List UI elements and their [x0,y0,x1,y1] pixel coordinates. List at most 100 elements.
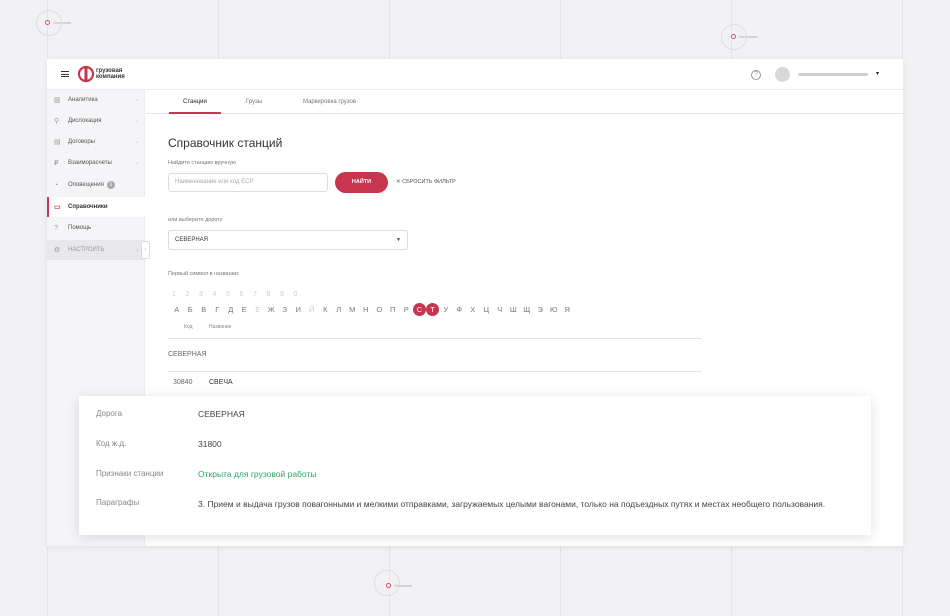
sidebar-item-help[interactable]: ? Помощь [47,218,145,238]
top-bar: грузовая компания ? ▾ [47,59,903,90]
sidebar-item-label: Взаиморасчеты [68,160,112,166]
search-input[interactable]: Наименование или код ЕСР [168,173,328,192]
letter-filter-item[interactable]: З [278,303,292,316]
sidebar-item-directories[interactable]: ▭ Справочники [47,197,145,217]
annotation-marker: Описание [721,24,757,50]
divider [168,338,702,339]
digit-filter-item[interactable]: 5 [226,291,240,298]
logo[interactable]: грузовая компания [77,65,130,83]
chart-icon: ▥ [54,97,61,104]
gear-icon: ⚙ [54,247,61,254]
letter-filter-item[interactable]: Ю [547,303,561,316]
document-icon: ▤ [54,139,61,146]
station-code[interactable]: 30840 [173,379,192,386]
tab-cargo[interactable]: Грузы [232,90,276,114]
sidebar-item-label: Оповещения [68,182,104,188]
reset-filter-button[interactable]: ✕ СБРОСИТЬ ФИЛЬТР [396,179,456,185]
letter-filter-item[interactable]: Б [184,303,198,316]
letter-filter-item[interactable]: Т [426,303,439,316]
letter-filter-item[interactable]: Э [534,303,548,316]
letter-filter-item[interactable]: К [319,303,333,316]
detail-code-key: Код ж.д. [96,439,127,448]
bell-icon: ◔ [54,181,59,189]
digit-filter-item[interactable]: 1 [172,291,186,298]
road-select-label: или выберите дорогу [168,217,223,223]
station-name[interactable]: СВЕЧА [209,379,233,386]
user-name-blurred[interactable] [798,73,868,76]
avatar[interactable] [775,67,790,82]
sidebar-item-analytics[interactable]: ▥ Аналитика ⌄ [47,90,145,110]
letter-filter-item[interactable]: Е [238,303,252,316]
ruble-icon: ₽ [54,160,59,167]
detail-signs-key: Признаки станции [96,469,164,478]
sidebar-item-configure[interactable]: ⚙ НАСТРОИТЬ ⌄ [47,240,145,260]
letter-filter-item[interactable]: Ч [493,303,507,316]
chevron-down-icon[interactable]: ▾ [876,70,879,77]
digit-filter-item[interactable]: 9 [280,291,294,298]
sidebar-collapse-button[interactable]: ‹ [141,241,150,259]
sidebar-item-contracts[interactable]: ▤ Договоры ⌄ [47,132,145,152]
annotation-marker: Описание [36,10,71,36]
logo-text: грузовая компания [96,68,125,80]
letter-filter-item[interactable]: Я [561,303,575,316]
letter-filter-item[interactable]: Н [359,303,373,316]
digit-filter-item[interactable]: 8 [267,291,281,298]
letter-filter-item[interactable]: Г [211,303,225,316]
sidebar-item-dislocation[interactable]: ⚲ Дислокация ⌄ [47,111,145,131]
chevron-down-icon: ⌄ [135,97,140,103]
detail-code-value: 31800 [198,439,222,449]
letter-filter-item[interactable]: П [386,303,400,316]
tab-bar: Станции Грузы Маркировка грузов [146,90,903,114]
sidebar-item-label: Договоры [68,139,95,145]
menu-icon[interactable] [61,71,69,77]
letter-filter-item[interactable]: Р [400,303,414,316]
letter-filter-item[interactable]: Ф [453,303,467,316]
detail-road-value: СЕВЕРНАЯ [198,409,245,419]
letter-filter-item[interactable]: С [413,303,426,316]
letter-filter-item[interactable]: О [373,303,387,316]
sidebar-item-settlements[interactable]: ₽ Взаиморасчеты ⌄ [47,153,145,173]
digit-filter-item[interactable]: 6 [240,291,254,298]
chevron-down-icon: ▼ [396,237,401,243]
page-title: Справочник станций [168,136,283,150]
sidebar-item-label: Справочники [68,204,108,210]
column-header-name: Название [209,324,232,330]
find-button[interactable]: НАЙТИ [335,172,388,193]
letter-filter-item[interactable]: Л [332,303,346,316]
letter-filter-item[interactable]: Щ [520,303,534,316]
group-road-label: СЕВЕРНАЯ [168,351,207,358]
letter-filter-item[interactable]: Ж [265,303,279,316]
letter-filter-item[interactable]: В [197,303,211,316]
digit-filter: 1234567890 [172,291,307,298]
chevron-down-icon: ⌄ [135,160,140,166]
tab-cargo-marking[interactable]: Маркировка грузов [289,90,370,114]
detail-paragraphs-value: 3. Прием и выдача грузов повагонными и м… [198,499,826,509]
letter-filter-item[interactable]: Й [305,303,319,316]
detail-signs-value: Открыта для грузовой работы [198,469,317,479]
letter-filter-item[interactable]: А [170,303,184,316]
digit-filter-item[interactable]: 4 [213,291,227,298]
chevron-down-icon: ⌄ [135,139,140,145]
sidebar-item-label: Помощь [68,225,92,231]
search-label: Найдите станцию вручную [168,160,237,166]
letter-filter-item[interactable]: Д [224,303,238,316]
letter-filter-item[interactable]: Х [466,303,480,316]
tab-stations[interactable]: Станции [169,90,221,114]
letter-filter-item[interactable]: Ё [251,303,265,316]
letter-filter-item[interactable]: Ц [480,303,494,316]
station-detail-card: Дорога СЕВЕРНАЯ Код ж.д. 31800 Признаки … [79,396,871,535]
letter-filter-item[interactable]: У [439,303,453,316]
chevron-down-icon: ⌄ [135,118,140,124]
road-select[interactable]: СЕВЕРНАЯ ▼ [168,230,408,250]
letter-filter-item[interactable]: И [292,303,306,316]
digit-filter-item[interactable]: 0 [294,291,308,298]
sidebar-item-label: Аналитика [68,97,98,103]
question-circle-icon[interactable]: ? [751,70,761,80]
letter-filter-item[interactable]: М [346,303,360,316]
letter-filter-item[interactable]: Ш [507,303,521,316]
sidebar-item-notifications[interactable]: ◔ Оповещения 1 [47,175,145,195]
road-select-value: СЕВЕРНАЯ [175,237,209,243]
digit-filter-item[interactable]: 3 [199,291,213,298]
digit-filter-item[interactable]: 7 [253,291,267,298]
digit-filter-item[interactable]: 2 [186,291,200,298]
